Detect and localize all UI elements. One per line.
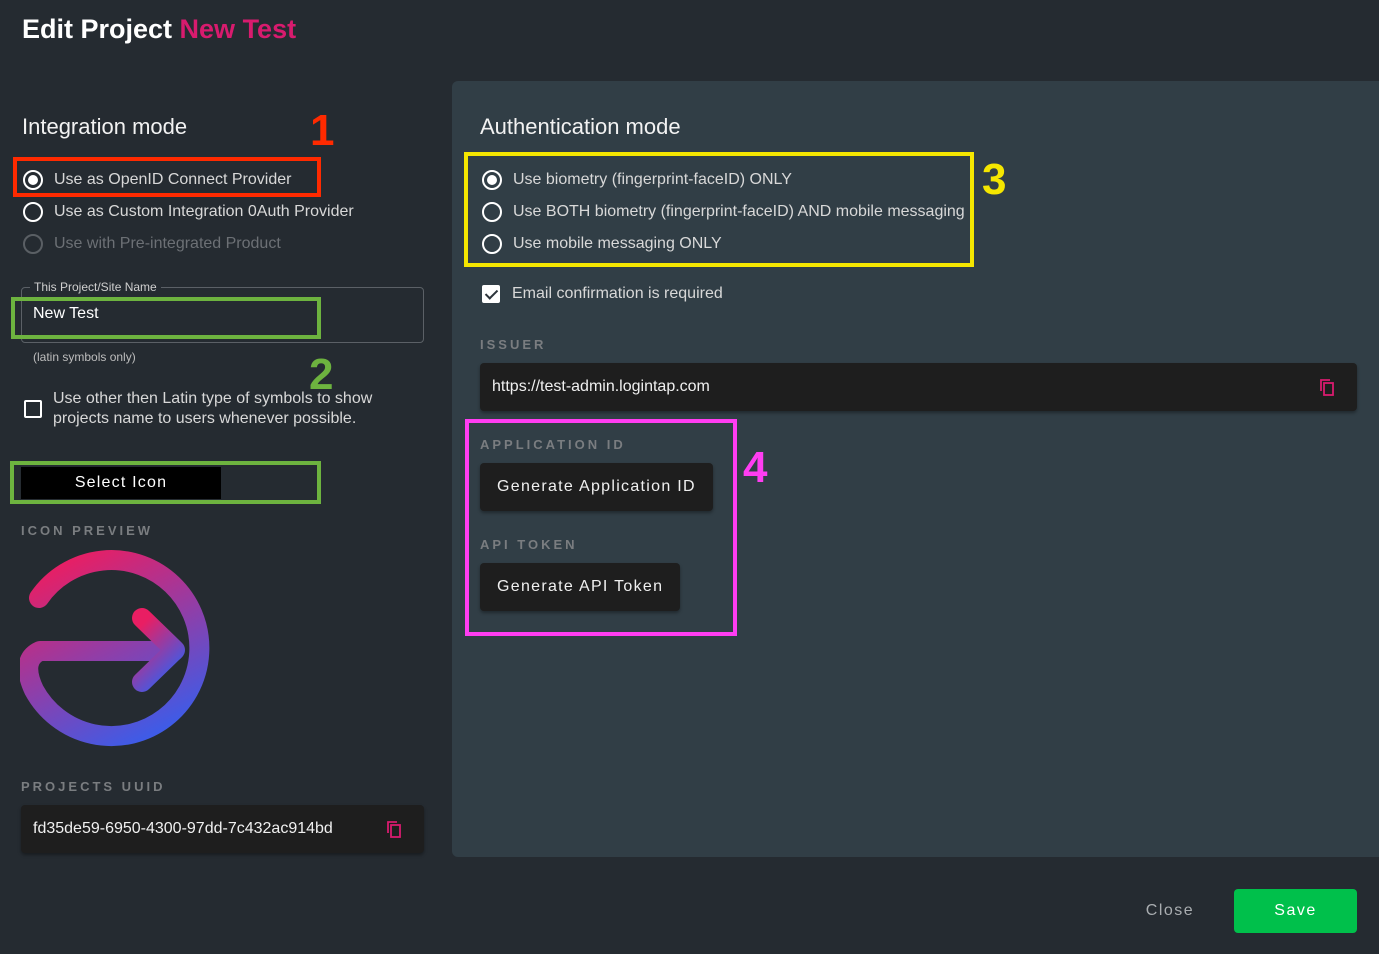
icon-preview-label: ICON PREVIEW — [21, 523, 154, 538]
radio-biometry-only[interactable]: Use biometry (fingerprint-faceID) ONLY — [482, 170, 792, 190]
email-confirmation-label: Email confirmation is required — [512, 285, 723, 302]
issuer-value: https://test-admin.logintap.com — [492, 378, 710, 395]
generate-api-token-button[interactable]: Generate API Token — [480, 563, 681, 611]
projects-uuid-label: PROJECTS UUID — [21, 779, 166, 794]
annotation-number-1: 1 — [310, 106, 335, 155]
radio-biometry-and-messaging[interactable]: Use BOTH biometry (fingerprint-faceID) A… — [482, 202, 965, 222]
select-icon-button[interactable]: Select Icon — [21, 467, 221, 499]
project-name-legend: This Project/Site Name — [30, 280, 161, 294]
radio-button[interactable] — [482, 202, 502, 222]
radio-custom-oauth-provider[interactable]: Use as Custom Integration 0Auth Provider — [23, 202, 354, 222]
projects-uuid-box: fd35de59-6950-4300-97dd-7c432ac914bd — [21, 805, 424, 853]
save-button[interactable]: Save — [1234, 889, 1357, 933]
application-id-label: APPLICATION ID — [480, 437, 626, 452]
login-arrow-circle-icon — [20, 550, 210, 747]
close-button[interactable]: Close — [1120, 890, 1220, 932]
latin-symbols-checkbox-row[interactable]: Use other then Latin type of symbols to … — [24, 389, 393, 429]
copy-icon[interactable] — [1317, 377, 1337, 397]
radio-label: Use as Custom Integration 0Auth Provider — [54, 203, 354, 220]
edit-project-dialog: Edit Project New Test Integration mode U… — [0, 0, 1379, 954]
copy-icon[interactable] — [384, 819, 404, 839]
radio-messaging-only[interactable]: Use mobile messaging ONLY — [482, 234, 722, 254]
projects-uuid-value: fd35de59-6950-4300-97dd-7c432ac914bd — [33, 820, 333, 837]
annotation-number-2: 2 — [309, 350, 334, 399]
api-token-label: API TOKEN — [480, 537, 578, 552]
annotation-number-3: 3 — [982, 155, 1007, 204]
latin-symbols-label: Use other then Latin type of symbols to … — [53, 390, 373, 427]
email-confirmation-checkbox[interactable] — [482, 285, 500, 303]
radio-button[interactable] — [23, 202, 43, 222]
issuer-box: https://test-admin.logintap.com — [480, 363, 1357, 411]
radio-label: Use with Pre-integrated Product — [54, 235, 281, 252]
page-title-project-name: New Test — [179, 14, 297, 44]
radio-label: Use BOTH biometry (fingerprint-faceID) A… — [513, 203, 965, 220]
authentication-mode-title: Authentication mode — [480, 114, 681, 139]
latin-symbols-checkbox[interactable] — [24, 400, 42, 418]
radio-button-disabled — [23, 234, 43, 254]
radio-pre-integrated-product: Use with Pre-integrated Product — [23, 234, 281, 254]
page-title-prefix: Edit Project — [22, 14, 173, 44]
radio-button-checked[interactable] — [482, 170, 502, 190]
issuer-label: ISSUER — [480, 337, 547, 352]
page-title: Edit Project New Test — [22, 14, 296, 45]
generate-application-id-button[interactable]: Generate Application ID — [480, 463, 713, 511]
email-confirmation-row[interactable]: Email confirmation is required — [482, 285, 723, 303]
radio-openid-connect-provider[interactable]: Use as OpenID Connect Provider — [23, 170, 291, 190]
annotation-number-4: 4 — [743, 443, 768, 492]
project-name-field: This Project/Site Name — [21, 280, 424, 343]
radio-button-checked[interactable] — [23, 170, 43, 190]
radio-label: Use as OpenID Connect Provider — [54, 171, 292, 188]
integration-mode-title: Integration mode — [22, 114, 188, 139]
project-name-input[interactable] — [33, 305, 403, 323]
radio-label: Use biometry (fingerprint-faceID) ONLY — [513, 171, 792, 188]
project-name-helper-text: (latin symbols only) — [33, 350, 136, 364]
radio-label: Use mobile messaging ONLY — [513, 235, 722, 252]
radio-button[interactable] — [482, 234, 502, 254]
